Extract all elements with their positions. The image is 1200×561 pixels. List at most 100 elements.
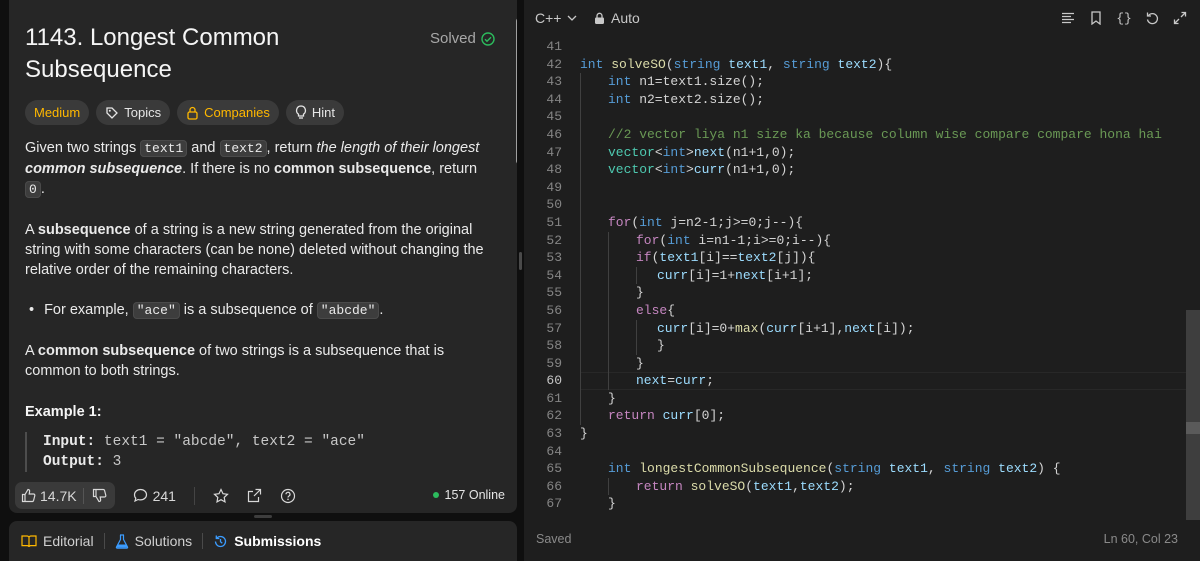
code-line: 46//2 vector liya n1 size ka because col… (546, 125, 1162, 144)
chevron-down-icon (568, 15, 577, 21)
editor-actions: {} (1060, 9, 1188, 27)
favorite-button[interactable] (213, 487, 229, 504)
flask-icon (115, 533, 128, 549)
save-status: Saved (536, 532, 572, 546)
reset-icon[interactable] (1144, 9, 1160, 27)
editor-scrollbar[interactable] (1186, 310, 1200, 520)
scroll-down-arrow-icon[interactable]: ▼ (516, 466, 517, 475)
share-button[interactable] (247, 488, 262, 503)
star-icon (213, 487, 229, 503)
comment-icon (133, 488, 147, 503)
like-count: 14.7K (40, 487, 77, 504)
code-line: 66 return solveSO(text1,text2); (546, 477, 855, 496)
tab-submissions[interactable]: Submissions (213, 533, 321, 549)
tab-editorial[interactable]: Editorial (21, 533, 94, 549)
code-line: 47 vector<int>next(n1+1,0); (546, 143, 796, 162)
code-line: 59} (546, 354, 644, 373)
code-line: 56 else{ (546, 301, 676, 320)
vote-group: 14.7K (15, 482, 115, 509)
hint-label: Hint (311, 105, 335, 120)
list-item: • For example, "ace" is a subsequence of … (29, 302, 384, 319)
action-bar: 14.7K 241 157 Online (9, 478, 517, 513)
code-line: 62 return curr[0]; (546, 407, 726, 426)
auto-mode-label: Auto (611, 10, 640, 26)
comments-button[interactable]: 241 (133, 488, 176, 504)
code-line: 57 curr[i]=0+max(curr[i+1],next[i]); (546, 319, 915, 338)
braces-icon[interactable]: {} (1116, 9, 1132, 27)
description-paragraph-1: Given two strings text1 and text2, retur… (25, 140, 480, 198)
online-indicator: 157 Online (432, 488, 505, 502)
companies-label: Companies (204, 105, 270, 120)
code-line: 58} (546, 337, 665, 355)
cursor-position[interactable]: Ln 60, Col 23 (1104, 532, 1178, 546)
difficulty-badge[interactable]: Medium (25, 100, 90, 125)
code-line: 55} (546, 284, 644, 302)
solved-label: Solved (430, 30, 476, 47)
code-line: 48 vector<int>curr(n1+1,0); (546, 161, 796, 179)
code-line: 64 (546, 443, 562, 459)
code-line: 67} (546, 496, 616, 512)
vertical-resize-handle[interactable] (519, 252, 522, 270)
code-line: 61} (546, 389, 616, 408)
history-icon (215, 535, 227, 547)
book-icon (21, 535, 37, 548)
code-line: 65 int longestCommonSubsequence(string te… (546, 461, 1061, 477)
code-line: 49 (524, 178, 1200, 197)
topics-button[interactable]: Topics (96, 100, 171, 125)
language-select[interactable]: C++ (535, 10, 577, 26)
code-line: 52 for(int i=n1-1;i>=0;i--){ (546, 231, 832, 250)
language-label: C++ (535, 10, 562, 26)
code-line: 45 (524, 108, 1200, 126)
help-button[interactable] (280, 488, 296, 504)
comment-count: 241 (152, 487, 176, 504)
difficulty-label: Medium (34, 105, 81, 120)
problem-title: 1143. Longest Common Subsequence (25, 24, 280, 83)
current-code-line: 60 next=curr; (524, 372, 1200, 390)
online-count: 157 Online (444, 488, 505, 502)
tag-row: Medium Topics Companies Hint (25, 100, 344, 125)
editor-scrollbar-marker (1186, 422, 1200, 434)
auto-mode-toggle[interactable]: Auto (594, 10, 640, 26)
code-area[interactable]: 41 42 int solveSO(string text1, string te… (524, 38, 1200, 518)
editor-statusbar: Saved Ln 60, Col 23 (524, 527, 1200, 551)
tag-icon (106, 106, 119, 119)
description-panel: 1143. Longest Common Subsequence Solved … (9, 0, 517, 513)
code-line: 44 int n2=text2.size(); (546, 90, 765, 109)
editor-toolbar: C++ Auto {} (524, 0, 1200, 36)
online-dot-icon (432, 492, 439, 498)
code-line: 54 curr[i]=1+next[i+1]; (546, 266, 814, 285)
thumbs-up-icon (21, 488, 36, 503)
check-circle-icon (481, 31, 495, 46)
expand-icon[interactable] (1172, 9, 1188, 27)
scrollbar-thumb[interactable] (516, 18, 517, 164)
code-line: 53 if(text1[i]==text2[j]){ (546, 249, 816, 267)
thumbs-down-icon (92, 488, 107, 503)
solved-badge: Solved (430, 30, 495, 47)
description-paragraph-2: A subsequence of a string is a new strin… (25, 222, 484, 278)
tab-solutions[interactable]: Solutions (115, 533, 192, 549)
example-block: Input: text1 = "abcde", text2 = "ace" Ou… (25, 432, 365, 472)
share-icon (247, 488, 262, 503)
horizontal-resize-handle[interactable] (254, 515, 272, 518)
dislike-button[interactable] (84, 488, 115, 503)
example-title: Example 1: (25, 404, 102, 420)
code-line: 50 (524, 196, 1200, 214)
tab-editorial-label: Editorial (43, 533, 94, 549)
topics-label: Topics (124, 105, 162, 120)
scroll-up-arrow-icon[interactable]: ▲ (516, 6, 517, 15)
code-line: 42 int solveSO(string text1, string text2… (546, 56, 893, 72)
bookmark-icon[interactable] (1088, 9, 1104, 27)
format-lines-icon[interactable] (1060, 9, 1076, 27)
like-button[interactable]: 14.7K (15, 488, 83, 504)
lock-icon (187, 106, 198, 120)
code-editor-panel: C++ Auto {} 41 42 int solveSO(string text… (524, 0, 1200, 561)
lightbulb-icon (295, 105, 306, 119)
description-paragraph-3: A common subsequence of two strings is a… (25, 343, 445, 379)
companies-button[interactable]: Companies (177, 100, 279, 125)
hint-button[interactable]: Hint (285, 100, 344, 125)
code-line: 51 for(int j=n2-1;j>=0;j--){ (546, 213, 804, 232)
app-root: 1143. Longest Common Subsequence Solved … (0, 0, 1200, 561)
code-line: 43 int n1=text1.size(); (546, 73, 765, 91)
lock-icon (595, 12, 604, 24)
problem-description: Given two strings text1 and text2, retur… (25, 138, 495, 401)
